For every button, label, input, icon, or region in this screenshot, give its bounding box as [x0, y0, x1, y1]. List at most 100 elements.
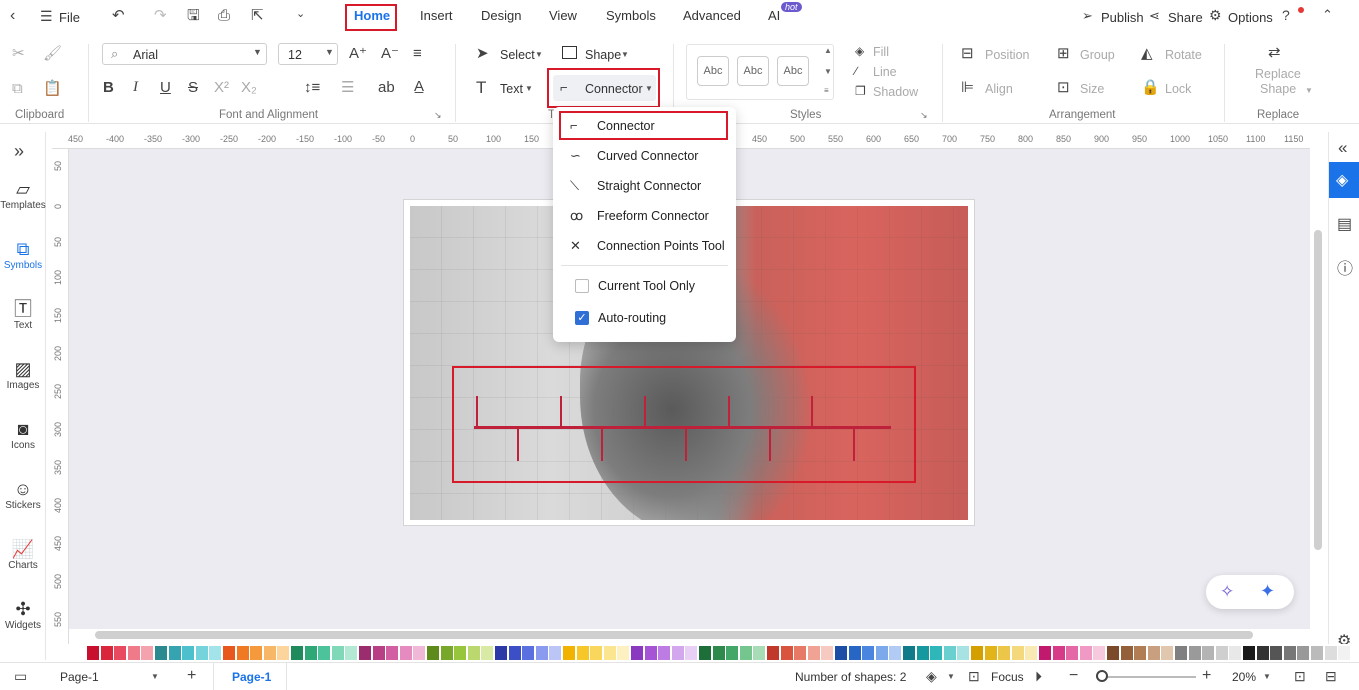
replace-shape-line1[interactable]: Replace — [1255, 67, 1301, 81]
bold-icon[interactable]: B — [103, 80, 114, 95]
color-swatch[interactable] — [848, 646, 861, 660]
color-swatch[interactable] — [1175, 646, 1187, 660]
color-swatch[interactable] — [658, 646, 671, 660]
color-swatch[interactable] — [1107, 646, 1119, 660]
format-painter-icon[interactable]: 🖌 — [43, 46, 62, 61]
color-swatch[interactable] — [943, 646, 956, 660]
color-swatch[interactable] — [753, 646, 766, 660]
undo-icon[interactable]: ↶ — [112, 8, 125, 23]
sidebar-item-symbols[interactable]: ⧉ Symbols — [0, 238, 46, 271]
fill-button[interactable]: Fill — [873, 45, 889, 59]
sidebar-item-templates[interactable]: ▱ Templates — [0, 178, 46, 211]
superscript-icon[interactable]: X² — [214, 80, 229, 95]
zoom-slider-track[interactable] — [1096, 676, 1196, 678]
paste-icon[interactable]: 📋 — [43, 81, 62, 96]
group-button[interactable]: Group — [1080, 48, 1115, 62]
color-swatch[interactable] — [1093, 646, 1106, 660]
color-swatch[interactable] — [399, 646, 412, 660]
file-menu[interactable]: File — [59, 10, 80, 25]
strikethrough-icon[interactable]: S — [188, 80, 198, 95]
color-swatch[interactable] — [1079, 646, 1092, 660]
tab-view[interactable]: View — [549, 8, 577, 23]
color-swatch[interactable] — [209, 646, 222, 660]
color-swatch[interactable] — [141, 646, 154, 660]
color-swatch[interactable] — [549, 646, 562, 660]
color-swatch[interactable] — [155, 646, 167, 660]
font-family-select[interactable]: ⌕ Arial ▼ — [102, 43, 267, 65]
expand-icon[interactable]: ↘ — [920, 110, 928, 121]
color-swatch[interactable] — [889, 646, 902, 660]
color-swatch[interactable] — [1052, 646, 1065, 660]
color-swatch[interactable] — [971, 646, 983, 660]
color-swatch[interactable] — [1324, 646, 1337, 660]
underline-icon[interactable]: U — [160, 80, 171, 95]
color-swatch[interactable] — [644, 646, 657, 660]
magic-wand-icon[interactable]: ✧ — [1220, 582, 1234, 602]
sidebar-item-images[interactable]: ▨ Images — [0, 358, 46, 391]
text-button[interactable]: Text — [500, 82, 523, 96]
sidebar-item-charts[interactable]: 📈 Charts — [0, 538, 46, 571]
color-swatch[interactable] — [291, 646, 303, 660]
color-swatch[interactable] — [807, 646, 820, 660]
color-swatch[interactable] — [127, 646, 140, 660]
shadow-button[interactable]: Shadow — [873, 85, 918, 99]
color-swatch[interactable] — [508, 646, 521, 660]
color-swatch[interactable] — [1147, 646, 1160, 660]
color-swatch[interactable] — [930, 646, 943, 660]
color-swatch[interactable] — [1256, 646, 1269, 660]
export-icon[interactable]: ⇱ — [251, 8, 264, 23]
color-swatch[interactable] — [481, 646, 494, 660]
increase-font-icon[interactable]: A⁺ — [349, 46, 367, 61]
gallery-more-icon[interactable]: ≡ — [824, 86, 829, 95]
color-swatch[interactable] — [780, 646, 793, 660]
focus-button[interactable]: Focus — [991, 670, 1024, 684]
position-button[interactable]: Position — [985, 48, 1029, 62]
color-swatch[interactable] — [712, 646, 725, 660]
publish-button[interactable]: Publish — [1101, 10, 1144, 25]
format-panel-button[interactable]: ◈ — [1329, 162, 1359, 198]
color-swatch[interactable] — [767, 646, 779, 660]
menu-item-connection-points[interactable]: ✕ Connection Points Tool — [553, 232, 736, 260]
color-swatch[interactable] — [903, 646, 915, 660]
line-spacing-icon[interactable]: ↕≡ — [304, 80, 320, 95]
replace-shape-line2[interactable]: Shape — [1260, 82, 1296, 96]
current-tool-only-option[interactable]: Current Tool Only — [553, 272, 736, 300]
tab-design[interactable]: Design — [481, 8, 521, 23]
zoom-level[interactable]: 20% — [1232, 670, 1256, 684]
tab-ai[interactable]: AI — [768, 8, 780, 23]
fullscreen-icon[interactable]: ⊟ — [1325, 669, 1337, 683]
select-button[interactable]: Select — [500, 48, 535, 62]
color-swatch[interactable] — [263, 646, 276, 660]
menu-item-connector[interactable]: ⌐ Connector — [553, 112, 736, 140]
color-swatch[interactable] — [467, 646, 480, 660]
line-button[interactable]: Line — [873, 65, 897, 79]
collapse-panel-icon[interactable]: « — [1338, 139, 1347, 156]
play-icon[interactable]: ⏵ — [1035, 669, 1042, 683]
color-swatch[interactable] — [1188, 646, 1201, 660]
color-swatch[interactable] — [223, 646, 235, 660]
font-color-icon[interactable]: A̲ — [414, 79, 424, 94]
color-swatch[interactable] — [862, 646, 875, 660]
page-tab[interactable]: Page-1 — [213, 663, 287, 690]
color-swatch[interactable] — [413, 646, 426, 660]
color-swatch[interactable] — [1215, 646, 1228, 660]
vertical-scrollbar[interactable] — [1314, 230, 1322, 550]
collapse-icon[interactable]: ⌃ — [1322, 8, 1333, 21]
color-swatch[interactable] — [1311, 646, 1323, 660]
page-select[interactable]: Page-1 — [60, 670, 99, 684]
color-swatch[interactable] — [576, 646, 589, 660]
color-swatch[interactable] — [617, 646, 630, 660]
color-swatch[interactable] — [331, 646, 344, 660]
color-swatch[interactable] — [1243, 646, 1255, 660]
sidebar-item-icons[interactable]: ◙ Icons — [0, 418, 46, 451]
font-size-select[interactable]: 12 ▼ — [278, 43, 338, 65]
color-swatch[interactable] — [304, 646, 317, 660]
color-swatch[interactable] — [195, 646, 208, 660]
save-icon[interactable]: 🖫 — [187, 8, 200, 23]
layers-icon[interactable]: ◈ — [926, 669, 937, 683]
tab-symbols[interactable]: Symbols — [606, 8, 656, 23]
color-swatch[interactable] — [277, 646, 290, 660]
style-preset-3[interactable]: Abc — [777, 56, 809, 86]
menu-item-curved-connector[interactable]: ∽ Curved Connector — [553, 142, 736, 170]
color-swatch[interactable] — [984, 646, 997, 660]
